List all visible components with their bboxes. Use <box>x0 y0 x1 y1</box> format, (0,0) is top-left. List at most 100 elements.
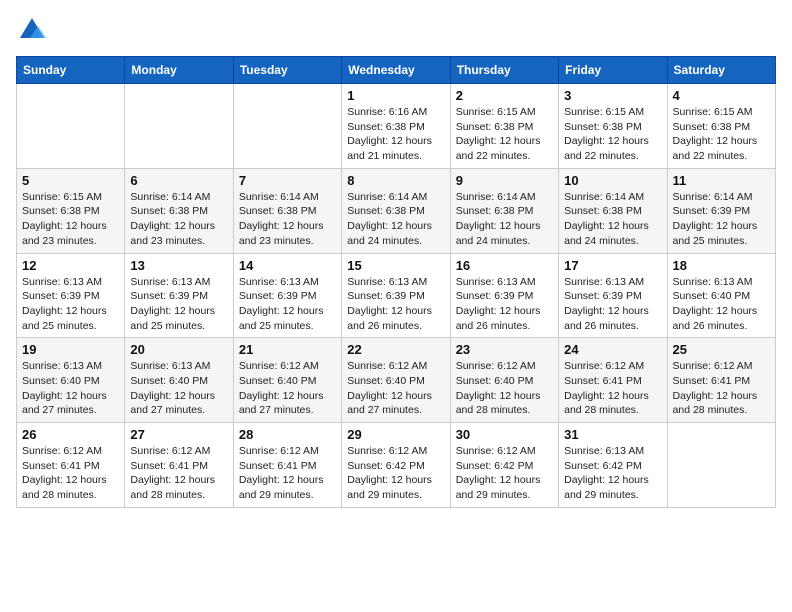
day-number: 15 <box>347 258 444 273</box>
calendar-header-friday: Friday <box>559 57 667 84</box>
day-number: 26 <box>22 427 119 442</box>
day-info: Sunrise: 6:14 AM Sunset: 6:38 PM Dayligh… <box>347 190 444 249</box>
calendar-cell: 16 Sunrise: 6:13 AM Sunset: 6:39 PM Dayli… <box>450 253 558 338</box>
calendar-cell: 17Sunrise: 6:13 AM Sunset: 6:39 PM Dayli… <box>559 253 667 338</box>
day-info: Sunrise: 6:15 AM Sunset: 6:38 PM Dayligh… <box>22 190 119 249</box>
calendar-cell: 4 Sunrise: 6:15 AM Sunset: 6:38 PM Daylig… <box>667 84 775 169</box>
day-number: 13 <box>130 258 227 273</box>
calendar-cell: 29 Sunrise: 6:12 AM Sunset: 6:42 PM Dayli… <box>342 423 450 508</box>
day-info: Sunrise: 6:14 AM Sunset: 6:38 PM Dayligh… <box>564 190 661 249</box>
day-number: 20 <box>130 342 227 357</box>
calendar-cell: 20 Sunrise: 6:13 AM Sunset: 6:40 PM Dayli… <box>125 338 233 423</box>
day-info: Sunrise: 6:12 AM Sunset: 6:42 PM Dayligh… <box>347 444 444 503</box>
day-number: 1 <box>347 88 444 103</box>
day-number: 6 <box>130 173 227 188</box>
calendar-week-row: 1 Sunrise: 6:16 AM Sunset: 6:38 PM Daylig… <box>17 84 776 169</box>
day-info: Sunrise: 6:14 AM Sunset: 6:39 PM Dayligh… <box>673 190 770 249</box>
calendar-header-row: SundayMondayTuesdayWednesdayThursdayFrid… <box>17 57 776 84</box>
day-number: 2 <box>456 88 553 103</box>
calendar-cell: 26 Sunrise: 6:12 AM Sunset: 6:41 PM Dayli… <box>17 423 125 508</box>
day-number: 21 <box>239 342 336 357</box>
calendar-cell: 24 Sunrise: 6:12 AM Sunset: 6:41 PM Dayli… <box>559 338 667 423</box>
calendar-header-saturday: Saturday <box>667 57 775 84</box>
logo <box>16 16 46 44</box>
calendar-week-row: 5 Sunrise: 6:15 AM Sunset: 6:38 PM Daylig… <box>17 168 776 253</box>
day-number: 4 <box>673 88 770 103</box>
calendar-cell: 15 Sunrise: 6:13 AM Sunset: 6:39 PM Dayli… <box>342 253 450 338</box>
calendar-cell <box>233 84 341 169</box>
calendar-cell: 8 Sunrise: 6:14 AM Sunset: 6:38 PM Daylig… <box>342 168 450 253</box>
day-info: Sunrise: 6:16 AM Sunset: 6:38 PM Dayligh… <box>347 105 444 164</box>
day-number: 7 <box>239 173 336 188</box>
day-info: Sunrise: 6:13 AM Sunset: 6:39 PM Dayligh… <box>130 275 227 334</box>
calendar-cell: 21 Sunrise: 6:12 AM Sunset: 6:40 PM Dayli… <box>233 338 341 423</box>
calendar-cell: 6 Sunrise: 6:14 AM Sunset: 6:38 PM Daylig… <box>125 168 233 253</box>
day-info: Sunrise: 6:14 AM Sunset: 6:38 PM Dayligh… <box>456 190 553 249</box>
day-info: Sunrise: 6:13 AM Sunset: 6:40 PM Dayligh… <box>130 359 227 418</box>
day-info: Sunrise: 6:12 AM Sunset: 6:40 PM Dayligh… <box>456 359 553 418</box>
day-number: 30 <box>456 427 553 442</box>
day-number: 19 <box>22 342 119 357</box>
calendar-cell: 23 Sunrise: 6:12 AM Sunset: 6:40 PM Dayli… <box>450 338 558 423</box>
calendar-cell: 13 Sunrise: 6:13 AM Sunset: 6:39 PM Dayli… <box>125 253 233 338</box>
calendar-cell: 18 Sunrise: 6:13 AM Sunset: 6:40 PM Dayli… <box>667 253 775 338</box>
calendar-cell: 27 Sunrise: 6:12 AM Sunset: 6:41 PM Dayli… <box>125 423 233 508</box>
calendar-header-thursday: Thursday <box>450 57 558 84</box>
logo-icon <box>18 16 46 44</box>
calendar-cell: 22Sunrise: 6:12 AM Sunset: 6:40 PM Dayli… <box>342 338 450 423</box>
calendar-cell: 2 Sunrise: 6:15 AM Sunset: 6:38 PM Daylig… <box>450 84 558 169</box>
day-number: 14 <box>239 258 336 273</box>
day-number: 23 <box>456 342 553 357</box>
day-number: 24 <box>564 342 661 357</box>
day-info: Sunrise: 6:12 AM Sunset: 6:40 PM Dayligh… <box>239 359 336 418</box>
day-number: 8 <box>347 173 444 188</box>
calendar-table: SundayMondayTuesdayWednesdayThursdayFrid… <box>16 56 776 508</box>
day-number: 22 <box>347 342 444 357</box>
calendar-week-row: 12Sunrise: 6:13 AM Sunset: 6:39 PM Dayli… <box>17 253 776 338</box>
day-number: 16 <box>456 258 553 273</box>
calendar-cell: 14Sunrise: 6:13 AM Sunset: 6:39 PM Dayli… <box>233 253 341 338</box>
day-info: Sunrise: 6:12 AM Sunset: 6:41 PM Dayligh… <box>130 444 227 503</box>
day-number: 5 <box>22 173 119 188</box>
day-info: Sunrise: 6:15 AM Sunset: 6:38 PM Dayligh… <box>564 105 661 164</box>
calendar-header-wednesday: Wednesday <box>342 57 450 84</box>
day-info: Sunrise: 6:13 AM Sunset: 6:39 PM Dayligh… <box>347 275 444 334</box>
calendar-cell: 10 Sunrise: 6:14 AM Sunset: 6:38 PM Dayli… <box>559 168 667 253</box>
calendar-cell: 5 Sunrise: 6:15 AM Sunset: 6:38 PM Daylig… <box>17 168 125 253</box>
day-number: 27 <box>130 427 227 442</box>
day-number: 11 <box>673 173 770 188</box>
calendar-cell: 3 Sunrise: 6:15 AM Sunset: 6:38 PM Daylig… <box>559 84 667 169</box>
day-info: Sunrise: 6:13 AM Sunset: 6:39 PM Dayligh… <box>456 275 553 334</box>
calendar-cell: 11 Sunrise: 6:14 AM Sunset: 6:39 PM Dayli… <box>667 168 775 253</box>
day-info: Sunrise: 6:15 AM Sunset: 6:38 PM Dayligh… <box>673 105 770 164</box>
day-number: 3 <box>564 88 661 103</box>
day-number: 10 <box>564 173 661 188</box>
day-number: 29 <box>347 427 444 442</box>
day-info: Sunrise: 6:13 AM Sunset: 6:42 PM Dayligh… <box>564 444 661 503</box>
day-number: 28 <box>239 427 336 442</box>
calendar-cell: 31 Sunrise: 6:13 AM Sunset: 6:42 PM Dayli… <box>559 423 667 508</box>
day-info: Sunrise: 6:12 AM Sunset: 6:41 PM Dayligh… <box>239 444 336 503</box>
calendar-cell: 9Sunrise: 6:14 AM Sunset: 6:38 PM Daylig… <box>450 168 558 253</box>
day-number: 31 <box>564 427 661 442</box>
calendar-header-monday: Monday <box>125 57 233 84</box>
day-info: Sunrise: 6:13 AM Sunset: 6:40 PM Dayligh… <box>673 275 770 334</box>
day-info: Sunrise: 6:12 AM Sunset: 6:42 PM Dayligh… <box>456 444 553 503</box>
day-number: 17 <box>564 258 661 273</box>
calendar-cell: 28 Sunrise: 6:12 AM Sunset: 6:41 PM Dayli… <box>233 423 341 508</box>
day-info: Sunrise: 6:12 AM Sunset: 6:41 PM Dayligh… <box>564 359 661 418</box>
calendar-header-sunday: Sunday <box>17 57 125 84</box>
day-info: Sunrise: 6:15 AM Sunset: 6:38 PM Dayligh… <box>456 105 553 164</box>
calendar-header-tuesday: Tuesday <box>233 57 341 84</box>
calendar-cell: 1 Sunrise: 6:16 AM Sunset: 6:38 PM Daylig… <box>342 84 450 169</box>
day-info: Sunrise: 6:12 AM Sunset: 6:41 PM Dayligh… <box>673 359 770 418</box>
calendar-cell <box>667 423 775 508</box>
day-info: Sunrise: 6:14 AM Sunset: 6:38 PM Dayligh… <box>130 190 227 249</box>
calendar-week-row: 19 Sunrise: 6:13 AM Sunset: 6:40 PM Dayli… <box>17 338 776 423</box>
calendar-cell <box>17 84 125 169</box>
day-number: 25 <box>673 342 770 357</box>
day-info: Sunrise: 6:12 AM Sunset: 6:41 PM Dayligh… <box>22 444 119 503</box>
day-number: 18 <box>673 258 770 273</box>
page-header <box>16 16 776 44</box>
day-info: Sunrise: 6:13 AM Sunset: 6:40 PM Dayligh… <box>22 359 119 418</box>
